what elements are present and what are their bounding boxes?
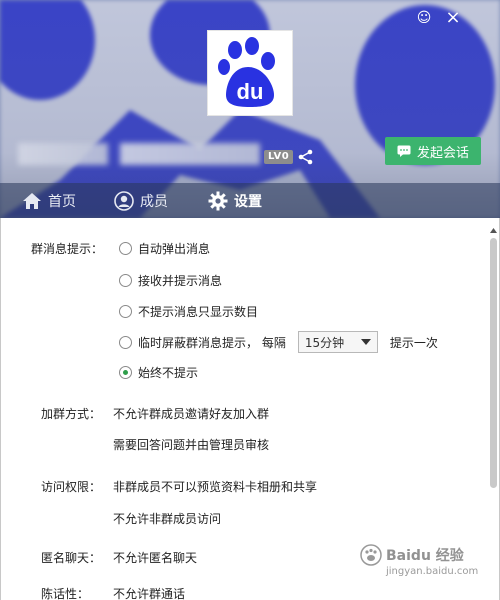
start-chat-label: 发起会话 bbox=[416, 145, 469, 161]
scroll-thumb[interactable] bbox=[490, 238, 497, 488]
skin-icon[interactable]: ☺ bbox=[414, 8, 434, 28]
gear-icon bbox=[208, 191, 228, 210]
notify-setting-label: 群消息提示： bbox=[31, 242, 104, 256]
group-avatar[interactable]: du bbox=[207, 30, 293, 116]
notify-option-auto-popup[interactable]: 自动弹出消息 bbox=[119, 240, 210, 257]
notify-option-temporary-mute[interactable]: 临时屏蔽群消息提示， 每隔 15分钟 提示一次 bbox=[119, 331, 438, 353]
tab-settings[interactable]: 设置 bbox=[208, 183, 262, 218]
chat-bubble-icon bbox=[397, 145, 411, 157]
notify-option-count-only[interactable]: 不提示消息只显示数目 bbox=[119, 303, 258, 320]
avatar-text: du bbox=[237, 79, 264, 104]
notify-option-receive-notify[interactable]: 接收并提示消息 bbox=[119, 272, 222, 289]
scroll-up-arrow-icon[interactable] bbox=[489, 228, 498, 236]
radio-temporary-mute[interactable] bbox=[119, 335, 132, 349]
close-icon[interactable]: × bbox=[443, 8, 463, 28]
join-setting-value: 需要回答问题并由管理员审核 bbox=[113, 438, 270, 452]
tab-home-label: 首页 bbox=[48, 193, 76, 210]
access-setting-value: 不允许非群成员访问 bbox=[113, 512, 222, 526]
access-setting-value: 非群成员不可以预览资料卡相册和共享 bbox=[113, 480, 318, 494]
mute-interval-select[interactable]: 15分钟 bbox=[297, 331, 378, 353]
settings-scrollbar[interactable] bbox=[489, 228, 498, 593]
mute-interval-suffix: 提示一次 bbox=[389, 335, 438, 350]
radio-count-only[interactable] bbox=[119, 305, 132, 318]
watermark-paw-icon bbox=[360, 544, 382, 566]
chevron-down-icon bbox=[360, 339, 371, 345]
baidu-paw-logo: du bbox=[218, 37, 275, 107]
group-id-blurred bbox=[120, 143, 260, 165]
mute-interval-value: 15分钟 bbox=[304, 335, 345, 350]
notify-option-label: 接收并提示消息 bbox=[138, 274, 223, 288]
call-setting-value: 不允许群通话 bbox=[113, 587, 186, 600]
anonymous-setting-label: 匿名聊天： bbox=[41, 551, 102, 565]
watermark-title: Baidu 经验 bbox=[386, 548, 464, 564]
level-badge: LV0 bbox=[264, 150, 294, 164]
notify-option-label: 临时屏蔽群消息提示， 每隔 bbox=[138, 335, 286, 350]
share-icon[interactable] bbox=[297, 148, 315, 166]
group-header: ☺ × du LV0 发起会话 首页 成员 设置 bbox=[0, 0, 500, 218]
radio-never[interactable] bbox=[119, 366, 132, 379]
call-setting-label: 陈话性： bbox=[41, 587, 90, 600]
baidu-jingyan-watermark: Baidu 经验 jingyan.baidu.com bbox=[360, 544, 490, 594]
radio-auto-popup[interactable] bbox=[119, 242, 132, 255]
radio-receive-notify[interactable] bbox=[119, 274, 132, 287]
person-icon bbox=[114, 190, 134, 211]
tab-bar: 首页 成员 设置 bbox=[0, 183, 500, 218]
tab-members[interactable]: 成员 bbox=[114, 183, 168, 218]
tab-home[interactable]: 首页 bbox=[22, 183, 76, 218]
tab-settings-label: 设置 bbox=[234, 193, 262, 210]
notify-option-never[interactable]: 始终不提示 bbox=[119, 364, 198, 381]
watermark-url: jingyan.baidu.com bbox=[386, 566, 479, 577]
start-chat-button[interactable]: 发起会话 bbox=[385, 137, 481, 165]
home-icon bbox=[23, 192, 41, 209]
anonymous-setting-value: 不允许匿名聊天 bbox=[113, 551, 198, 565]
tab-members-label: 成员 bbox=[140, 193, 168, 210]
notify-option-label: 始终不提示 bbox=[138, 366, 199, 380]
join-setting-label: 加群方式： bbox=[41, 407, 102, 421]
settings-panel: 群消息提示： 自动弹出消息 接收并提示消息 不提示消息只显示数目 临时屏蔽群消息… bbox=[0, 218, 500, 600]
notify-option-label: 不提示消息只显示数目 bbox=[138, 305, 259, 319]
group-name-blurred bbox=[18, 143, 108, 165]
join-setting-value: 不允许群成员邀请好友加入群 bbox=[113, 407, 270, 421]
notify-option-label: 自动弹出消息 bbox=[138, 242, 211, 256]
access-setting-label: 访问权限： bbox=[41, 480, 102, 494]
